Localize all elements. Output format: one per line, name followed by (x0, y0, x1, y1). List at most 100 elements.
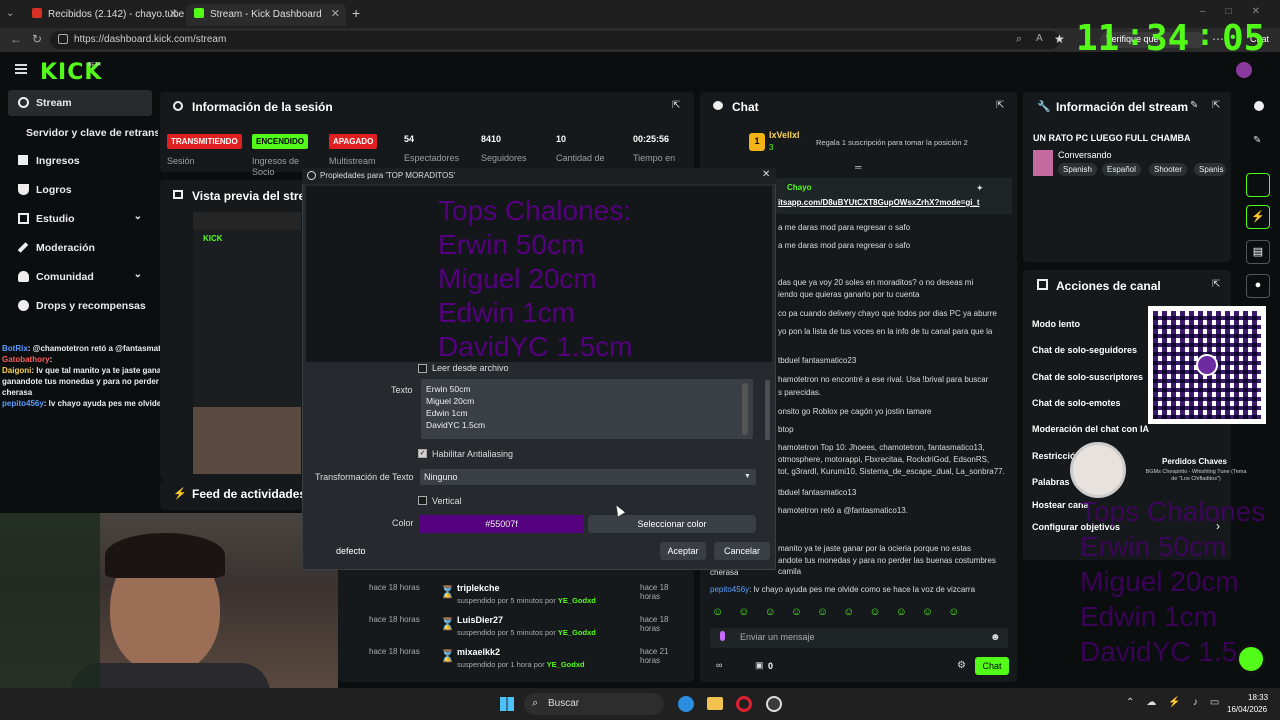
edit-icon[interactable]: ✎ (1190, 100, 1198, 111)
url-field[interactable]: https://dashboard.kick.com/stream (50, 31, 1060, 49)
sidebar-item-label: Drops y recompensas (36, 300, 146, 312)
status-badge-off: APAGADO (329, 134, 378, 149)
emote-bar[interactable]: ☺☺☺☺☺☺☺☺☺☺ (712, 606, 1012, 622)
webcam-hair (105, 533, 225, 578)
splitter[interactable]: ═ (855, 162, 861, 172)
defaults-button[interactable]: defecto (322, 542, 382, 560)
pencil-rail-icon[interactable]: ✎ (1253, 135, 1261, 146)
read-aloud-icon[interactable]: A (1036, 33, 1043, 44)
pinned-link[interactable]: itsapp.com/D8uBYUtCXT8GupOWsxZrhX?mode=g… (778, 198, 992, 207)
text-area[interactable]: Erwin 50cm Miguel 20cm Edwin 1cm DavidYC… (421, 379, 753, 439)
chat-settings-icon[interactable]: ⚙ (957, 660, 966, 671)
feed-icon: ⚡ (173, 488, 187, 500)
category-name[interactable]: Conversando (1058, 150, 1112, 160)
cancel-button[interactable]: Cancelar (714, 542, 770, 560)
close-tab-icon[interactable]: ✕ (169, 7, 178, 20)
action-restrictions[interactable]: Restricció (1032, 451, 1076, 461)
system-tray-icons[interactable]: ⌃☁⚡♪▭ (1126, 697, 1231, 708)
sidebar-item-achievements[interactable]: Logros (8, 177, 152, 203)
store-icon[interactable]: ▣ (755, 660, 764, 671)
sidebar-item-moderation[interactable]: Moderación (8, 235, 152, 261)
read-file-checkbox[interactable] (418, 364, 427, 373)
chevron-down-icon[interactable]: ⌄ (134, 269, 142, 280)
favorite-star-icon[interactable]: ★ (1054, 32, 1065, 46)
back-icon[interactable]: ← (10, 32, 22, 46)
text-scrollbar[interactable] (742, 383, 748, 435)
chat-input[interactable]: Enviar un mensaje (710, 628, 1008, 648)
close-tab-icon[interactable]: ✕ (331, 7, 340, 20)
bolt-rail-icon[interactable]: ⚡ (1246, 205, 1270, 229)
popout-icon[interactable]: ⇱ (1212, 279, 1220, 290)
emoji-icon[interactable]: ☻ (990, 632, 1001, 643)
preview-thumbnail[interactable]: KICK (193, 212, 301, 474)
browser-tab-gmail[interactable]: Recibidos (2.142) - chayo.tube.18@ ✕ (24, 4, 184, 26)
qr-rail-icon[interactable] (1246, 173, 1270, 197)
activity-row[interactable]: ⌛ mixaelkk2 suspendido por 1 hora por YE… (440, 647, 690, 677)
select-color-button[interactable]: Seleccionar color (588, 515, 756, 533)
overlay-user: Gatobathory (2, 355, 50, 364)
hourglass-icon: ⌛ (440, 585, 455, 599)
antialias-checkbox[interactable]: ✓ (418, 449, 427, 458)
popout-icon[interactable]: ⇱ (672, 100, 680, 111)
action-subs-only[interactable]: Chat de solo-suscriptores (1032, 372, 1143, 382)
sidebar-item-stream[interactable]: Stream (8, 90, 152, 116)
text-label: Texto (391, 385, 413, 395)
doc-rail-icon[interactable]: ▤ (1246, 240, 1270, 264)
tag-chip[interactable]: Spanis (1194, 163, 1226, 176)
popout-icon[interactable]: ⇱ (996, 100, 1004, 111)
tag-chip[interactable]: Shooter (1149, 163, 1188, 176)
sidebar-item-community[interactable]: Comunidad ⌄ (8, 264, 152, 290)
new-tab-button[interactable]: + (352, 5, 360, 21)
start-windows-icon[interactable] (500, 697, 514, 711)
action-ai-moderation[interactable]: Moderación del chat con IA (1032, 424, 1149, 434)
category-thumbnail[interactable] (1033, 150, 1053, 176)
action-slow-mode[interactable]: Modo lento (1032, 319, 1080, 329)
color-swatch[interactable]: #55007f (419, 515, 584, 533)
edge-icon[interactable] (678, 696, 694, 712)
site-info-icon[interactable] (58, 34, 68, 44)
info-rail-icon[interactable] (1254, 101, 1264, 111)
obs-icon (307, 171, 316, 180)
zoom-icon[interactable]: ⌕ (1016, 33, 1022, 46)
vertical-checkbox[interactable] (418, 496, 427, 505)
taskbar-search[interactable]: Buscar (524, 693, 664, 715)
clock-sep: : (1196, 18, 1215, 53)
transform-select[interactable]: Ninguno (420, 469, 756, 485)
ok-button[interactable]: Aceptar (660, 542, 706, 560)
sidebar-item-income[interactable]: Ingresos (8, 148, 152, 174)
kick-favicon-icon (194, 8, 204, 18)
mic-icon[interactable] (720, 631, 725, 641)
file-explorer-icon[interactable] (707, 697, 723, 710)
tag-chip[interactable]: Español (1102, 163, 1141, 176)
action-emotes-only[interactable]: Chat de solo-emotes (1032, 398, 1121, 408)
sidebar-item-server-key[interactable]: Servidor y clave de retransm (8, 120, 158, 146)
browser-tab-kick[interactable]: Stream - Kick Dashboard ✕ (186, 4, 346, 26)
chat-send-button[interactable]: Chat (975, 657, 1009, 675)
user-avatar[interactable] (1236, 62, 1252, 78)
points-icon[interactable]: ∞ (716, 660, 722, 670)
sidebar-item-drops[interactable]: Drops y recompensas (8, 293, 152, 319)
stat-value: 8410 (481, 134, 502, 144)
action-followers-only[interactable]: Chat de solo-seguidores (1032, 345, 1137, 355)
window-controls[interactable]: –□✕ (1200, 6, 1280, 17)
reload-icon[interactable]: ↻ (32, 32, 42, 46)
chevron-down-icon[interactable]: ⌄ (134, 211, 142, 222)
pin-icon[interactable]: ✦ (976, 183, 984, 194)
search-icon: ⌕ (532, 697, 539, 709)
chat-rail-icon[interactable]: ● (1246, 274, 1270, 298)
obs-taskbar-icon[interactable] (766, 696, 782, 712)
activity-row[interactable]: ⌛ triplekche suspendido por 5 minutos po… (440, 583, 690, 613)
popout-icon[interactable]: ⇱ (1212, 100, 1220, 111)
activity-row[interactable]: ⌛ LuisDier27 suspendido por 5 minutos po… (440, 615, 690, 645)
opera-icon[interactable] (736, 696, 752, 712)
dialog-close-icon[interactable]: ✕ (762, 169, 770, 180)
action-words[interactable]: Palabras (1032, 477, 1070, 487)
sidebar-item-studio[interactable]: Estudio ⌄ (8, 206, 152, 232)
gift-prompt[interactable]: Regala 1 suscripción para tomar la posic… (816, 138, 968, 147)
tab-list-chevron-icon[interactable]: ⌄ (6, 8, 14, 19)
dropdown-arrow-icon[interactable]: ▼ (744, 473, 751, 480)
tag-chip[interactable]: Spanish (1058, 163, 1097, 176)
top-gifter-name[interactable]: IxVellxI (769, 130, 800, 140)
dialog-scrollbar[interactable] (765, 380, 770, 440)
hamburger-menu-icon[interactable] (15, 64, 27, 74)
